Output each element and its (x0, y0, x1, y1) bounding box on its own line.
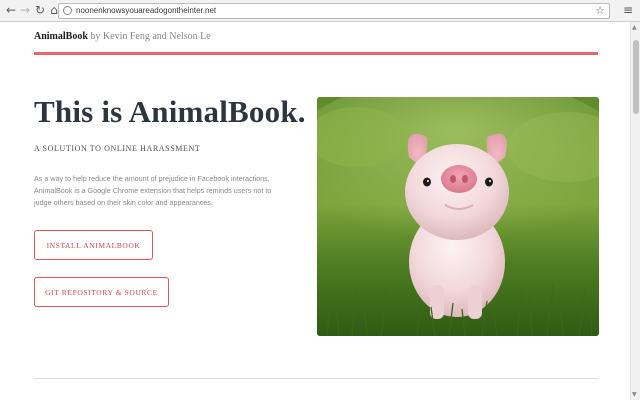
menu-icon[interactable]: ≡ (622, 3, 634, 17)
bookmark-star-icon[interactable]: ☆ (595, 4, 605, 18)
url-text: noonenknowsyouareadogontheinter.net (76, 6, 217, 15)
header-divider (34, 52, 598, 55)
git-repository-button[interactable]: GIT REPOSITORY & SOURCE (34, 277, 169, 307)
install-button[interactable]: INSTALL ANIMALBOOK (34, 230, 153, 260)
forward-arrow-icon[interactable]: → (18, 3, 32, 17)
back-arrow-icon[interactable]: ← (4, 3, 18, 17)
address-bar[interactable]: noonenknowsyouareadogontheinter.net ☆ (58, 3, 610, 19)
scroll-thumb[interactable] (633, 40, 639, 114)
scroll-up-icon[interactable]: ▲ (632, 24, 637, 31)
author-byline: by Kevin Feng and Nelson Le (87, 31, 211, 42)
section-divider (34, 378, 598, 379)
scroll-down-icon[interactable]: ▼ (632, 391, 637, 398)
browser-toolbar: ← → ↻ ⌂ noonenknowsyouareadogontheinter.… (0, 0, 640, 22)
reload-icon[interactable]: ↻ (33, 3, 47, 17)
site-header: AnimalBook by Kevin Feng and Nelson Le (34, 31, 211, 42)
page-title: This is AnimalBook. (34, 94, 306, 129)
page-scrollbar[interactable]: ▲ ▼ (630, 22, 640, 400)
piglet-photo (317, 97, 599, 336)
page-info-icon[interactable] (63, 6, 72, 15)
brand-name[interactable]: AnimalBook (34, 31, 88, 42)
page-subtitle: A SOLUTION TO ONLINE HARASSMENT (34, 144, 201, 153)
page-description: As a way to help reduce the amount of pr… (34, 174, 272, 207)
